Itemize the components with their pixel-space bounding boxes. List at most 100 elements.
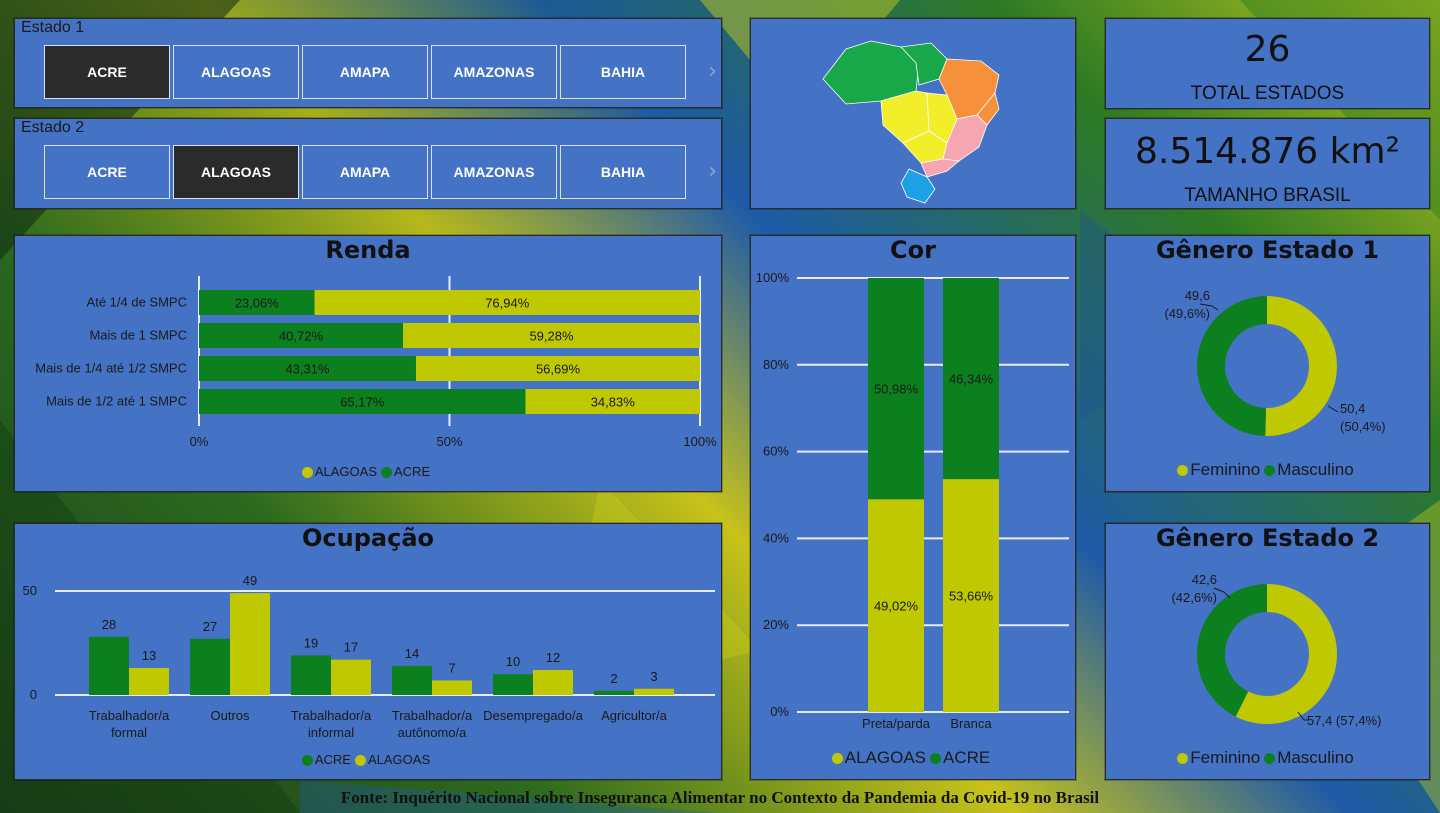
category-label: Mais de 1/2 até 1 SMPC (46, 394, 187, 409)
pie-slice[interactable] (1265, 296, 1338, 436)
legend-dot-icon (301, 467, 313, 479)
chart-title: Ocupação (302, 524, 434, 552)
bar[interactable] (89, 636, 129, 695)
chart-legend: ACRE ALAGOAS (15, 752, 721, 767)
bar[interactable] (493, 674, 533, 695)
state-button-acre[interactable]: ACRE (44, 45, 170, 99)
chart-genero1-panel: Gênero Estado 1 50,4 (50,4%) 49,6 (49,6%) F… (1105, 235, 1430, 492)
data-label: 19 (304, 635, 318, 650)
state-button-amazonas[interactable]: AMAZONAS (431, 145, 557, 199)
legend-item[interactable]: ALAGOAS (831, 748, 927, 767)
legend-dot-icon (1177, 753, 1189, 765)
bar[interactable] (190, 638, 230, 695)
genero1-chart: 50,4 (50,4%) 49,6 (49,6%) (1164, 288, 1386, 436)
data-label: 13 (142, 648, 156, 663)
y-tick-label: 20% (763, 617, 789, 632)
bar[interactable] (129, 667, 169, 695)
data-label: (49,6%) (1164, 306, 1210, 321)
cor-chart: 0% 20% 40% 60% 80% 100% 49,02% 50,98% Preta/pard… (756, 270, 1069, 731)
legend-dot-icon (831, 753, 843, 765)
data-label: 17 (344, 640, 358, 655)
legend-label: ACRE (394, 464, 431, 479)
data-label: 14 (405, 646, 419, 661)
y-tick-label: 40% (763, 530, 789, 545)
leader-line (1327, 405, 1339, 413)
data-label: 50,98% (874, 382, 919, 397)
category-label: autônomo/a (398, 725, 467, 740)
data-label: 23,06% (235, 296, 280, 311)
slicer-title: Estado 2 (21, 119, 85, 136)
chart-title: Renda (325, 236, 411, 264)
data-label: 40,72% (279, 329, 324, 344)
y-tick-label: 80% (763, 357, 789, 372)
legend-dot-icon (1264, 465, 1276, 477)
data-label: 3 (650, 669, 657, 684)
data-label: 28 (102, 617, 116, 632)
bar[interactable] (230, 593, 270, 695)
data-label: 49,6 (1185, 288, 1210, 303)
state-button-amapa[interactable]: AMAPA (302, 45, 428, 99)
legend-item[interactable]: ACRE (930, 748, 990, 767)
legend-item[interactable]: Feminino (1177, 748, 1260, 767)
legend-label: Feminino (1190, 748, 1261, 767)
data-label: 10 (506, 654, 520, 669)
chart-title: Gênero Estado 1 (1155, 236, 1380, 264)
bar[interactable] (634, 688, 674, 695)
bar[interactable] (533, 670, 573, 695)
legend-item[interactable]: Feminino (1177, 460, 1260, 479)
data-label: 34,83% (591, 395, 636, 410)
y-tick-label: 60% (763, 444, 789, 459)
category-label: Outros (210, 708, 250, 723)
bar[interactable] (291, 655, 331, 695)
data-label: 50,4 (1340, 401, 1365, 416)
data-label: 42,6 (1192, 572, 1217, 587)
legend-dot-icon (354, 755, 366, 767)
legend-label: Feminino (1190, 460, 1261, 479)
category-label: Desempregado/a (483, 708, 583, 723)
legend-item[interactable]: ALAGOAS (301, 464, 377, 479)
category-label: informal (308, 725, 354, 740)
kpi-total-estados: 26 TOTAL ESTADOS (1105, 18, 1430, 109)
bar[interactable] (331, 659, 371, 695)
state-button-alagoas[interactable]: ALAGOAS (173, 145, 299, 199)
category-label: formal (111, 725, 147, 740)
legend-item[interactable]: Masculino (1264, 460, 1354, 479)
state-button-bahia[interactable]: BAHIA (560, 45, 686, 99)
legend-label: ALAGOAS (314, 464, 377, 479)
state-button-amapa[interactable]: AMAPA (302, 145, 428, 199)
slicer-title: Estado 1 (21, 19, 85, 36)
category-label: Mais de 1 SMPC (89, 328, 187, 343)
legend-label: Masculino (1277, 460, 1354, 479)
chevron-right-icon[interactable]: › (708, 159, 717, 184)
y-tick-label: 0% (770, 704, 789, 719)
legend-label: ALAGOAS (844, 748, 927, 767)
source-footer: Fonte: Inquérito Nacional sobre Insegura… (340, 788, 1100, 807)
category-label: Agricultor/a (601, 708, 668, 723)
data-label: 65,17% (340, 395, 385, 410)
state-button-amazonas[interactable]: AMAZONAS (431, 45, 557, 99)
state-button-list: ACRE ALAGOAS AMAPA AMAZONAS BAHIA (44, 45, 686, 99)
legend-dot-icon (1177, 465, 1189, 477)
chart-legend: Feminino Masculino (1106, 460, 1429, 480)
state-button-bahia[interactable]: BAHIA (560, 145, 686, 199)
legend-item[interactable]: ACRE (301, 752, 351, 767)
legend-label: ACRE (943, 748, 991, 767)
map-panel (750, 18, 1076, 209)
kpi-label: TOTAL ESTADOS (1190, 83, 1345, 104)
bar[interactable] (594, 690, 634, 695)
bar[interactable] (392, 665, 432, 695)
bar[interactable] (432, 680, 472, 695)
x-tick-label: 100% (683, 434, 717, 449)
data-label: 46,34% (949, 372, 994, 387)
legend-item[interactable]: ACRE (381, 464, 430, 479)
state-button-alagoas[interactable]: ALAGOAS (173, 45, 299, 99)
legend-item[interactable]: ALAGOAS (354, 752, 430, 767)
legend-dot-icon (930, 753, 942, 765)
chart-title: Gênero Estado 2 (1155, 524, 1380, 552)
chevron-right-icon[interactable]: › (708, 59, 717, 84)
legend-item[interactable]: Masculino (1264, 748, 1354, 767)
state-button-acre[interactable]: ACRE (44, 145, 170, 199)
brazil-map-icon (822, 40, 1000, 204)
chart-cor-panel: Cor 0% 20% 40% 60% 80% 100% 49,02% 50,98% Preta/… (750, 235, 1076, 780)
slicer-estado-1: Estado 1 ACRE ALAGOAS AMAPA AMAZONAS BAHIA › (14, 18, 722, 108)
